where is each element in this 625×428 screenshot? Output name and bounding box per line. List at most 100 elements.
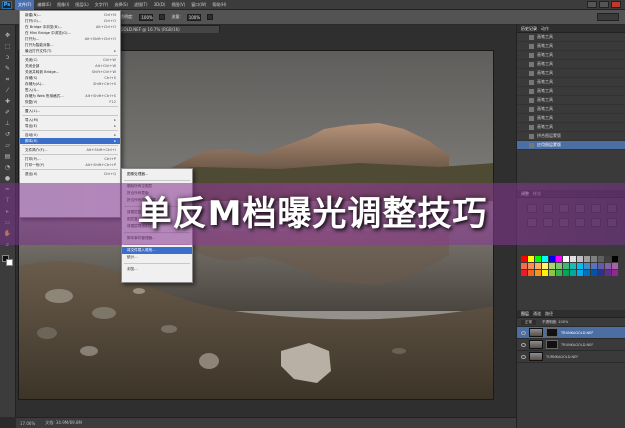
- color-swatch[interactable]: [591, 256, 597, 262]
- color-swatch[interactable]: [563, 270, 569, 276]
- lasso-tool-icon[interactable]: ↄ: [3, 53, 13, 62]
- file-menu-item[interactable]: 打印一份(Y) Alt+Shift+Ctrl+P: [20, 162, 120, 168]
- history-state[interactable]: 画笔工具: [517, 87, 625, 96]
- color-swatch[interactable]: [556, 263, 562, 269]
- color-swatch[interactable]: [563, 263, 569, 269]
- menu-9[interactable]: 窗口(W): [188, 0, 209, 10]
- color-swatch[interactable]: [535, 263, 541, 269]
- menu-10[interactable]: 帮助(H): [209, 0, 229, 10]
- color-swatch[interactable]: [542, 263, 548, 269]
- layer-row[interactable]: TRUNKAGOLD.NEF: [517, 327, 625, 339]
- blend-mode-select[interactable]: 正常: [521, 319, 536, 325]
- color-swatch[interactable]: [556, 256, 562, 262]
- panel-tab[interactable]: 通道: [533, 311, 541, 317]
- menu-5[interactable]: 选择(S): [111, 0, 131, 10]
- layer-mask-thumbnail[interactable]: [546, 340, 558, 349]
- history-state[interactable]: 画笔工具: [517, 114, 625, 123]
- color-swatch[interactable]: [605, 256, 611, 262]
- close-icon[interactable]: [611, 1, 621, 8]
- script-menu-item[interactable]: 浏览...: [122, 266, 192, 273]
- color-swatch[interactable]: [612, 256, 618, 262]
- history-brush-tool-icon[interactable]: ↺: [3, 130, 13, 139]
- color-swatch[interactable]: [535, 270, 541, 276]
- color-swatch[interactable]: [591, 263, 597, 269]
- color-swatch[interactable]: [549, 263, 555, 269]
- color-swatch[interactable]: [542, 270, 548, 276]
- color-swatch[interactable]: [577, 256, 583, 262]
- script-menu-item[interactable]: 将文件载入堆栈...: [122, 247, 192, 254]
- history-state[interactable]: 画笔工具: [517, 60, 625, 69]
- marquee-tool-icon[interactable]: ⬚: [3, 42, 13, 51]
- color-swatch[interactable]: [584, 270, 590, 276]
- visibility-eye-icon[interactable]: [521, 342, 526, 347]
- eraser-tool-icon[interactable]: ▱: [3, 141, 13, 150]
- airbrush-toggle[interactable]: [206, 14, 213, 20]
- color-swatch[interactable]: [605, 263, 611, 269]
- menu-3[interactable]: 图层(L): [72, 0, 91, 10]
- script-menu-item[interactable]: 图像处理器...: [122, 171, 192, 178]
- color-swatch[interactable]: [570, 263, 576, 269]
- file-menu-item[interactable]: 置入(L)...: [20, 108, 120, 114]
- zoom-level[interactable]: 17.06%: [20, 421, 35, 426]
- color-swatch[interactable]: [570, 256, 576, 262]
- color-swatch[interactable]: [549, 270, 555, 276]
- healing-tool-icon[interactable]: ✚: [3, 97, 13, 106]
- dodge-tool-icon[interactable]: ●: [3, 174, 13, 183]
- color-swatch[interactable]: [584, 263, 590, 269]
- brush-tool-icon[interactable]: ✐: [3, 108, 13, 117]
- move-tool-icon[interactable]: ✥: [3, 31, 13, 40]
- flow-field[interactable]: 100%: [186, 13, 201, 21]
- menu-4[interactable]: 文字(Y): [92, 0, 112, 10]
- panel-tab[interactable]: 动作: [541, 26, 549, 32]
- color-swatch[interactable]: [584, 256, 590, 262]
- menu-2[interactable]: 图像(I): [54, 0, 72, 10]
- file-menu-item[interactable]: 脚本(R) ▸: [20, 138, 120, 144]
- color-swatch[interactable]: [598, 263, 604, 269]
- color-swatch[interactable]: [598, 256, 604, 262]
- color-swatch[interactable]: [563, 256, 569, 262]
- history-state[interactable]: 画笔工具: [517, 69, 625, 78]
- color-swatch[interactable]: [605, 270, 611, 276]
- color-swatch[interactable]: [612, 263, 618, 269]
- color-swatch[interactable]: [598, 270, 604, 276]
- history-state[interactable]: 画笔工具: [517, 51, 625, 60]
- history-state[interactable]: 应用图层蒙版: [517, 141, 625, 150]
- opacity-field[interactable]: 100%: [139, 13, 154, 21]
- maximize-icon[interactable]: [599, 1, 609, 8]
- layer-mask-thumbnail[interactable]: [546, 328, 558, 337]
- workspace-switcher[interactable]: [597, 13, 619, 21]
- file-menu-item[interactable]: 最近打开文件(T) ▸: [20, 48, 120, 54]
- history-state[interactable]: 画笔工具: [517, 123, 625, 132]
- file-menu-item[interactable]: 退出(X) Ctrl+Q: [20, 171, 120, 177]
- color-swatch[interactable]: [612, 270, 618, 276]
- color-swatch[interactable]: [521, 270, 527, 276]
- color-swatch[interactable]: [521, 256, 527, 262]
- crop-tool-icon[interactable]: ⌗: [3, 75, 13, 84]
- visibility-eye-icon[interactable]: [521, 330, 526, 335]
- color-swatch[interactable]: [521, 263, 527, 269]
- color-swatch[interactable]: [591, 270, 597, 276]
- menu-1[interactable]: 编辑(E): [34, 0, 54, 10]
- layer-row[interactable]: TRUNKAGOLD.NEF: [517, 339, 625, 351]
- script-menu-item[interactable]: 统计...: [122, 254, 192, 261]
- menu-7[interactable]: 3D(D): [151, 0, 169, 10]
- color-swatch[interactable]: [535, 256, 541, 262]
- stamp-tool-icon[interactable]: ⊥: [3, 119, 13, 128]
- history-state[interactable]: 拼合图层蒙版: [517, 132, 625, 141]
- history-state[interactable]: 画笔工具: [517, 78, 625, 87]
- history-state[interactable]: 画笔工具: [517, 105, 625, 114]
- history-state[interactable]: 画笔工具: [517, 33, 625, 42]
- eyedropper-tool-icon[interactable]: ⁄: [3, 86, 13, 95]
- color-swatch[interactable]: [549, 256, 555, 262]
- color-swatch[interactable]: [577, 270, 583, 276]
- gradient-tool-icon[interactable]: ▤: [3, 152, 13, 161]
- menu-6[interactable]: 滤镜(T): [131, 0, 151, 10]
- history-state[interactable]: 画笔工具: [517, 42, 625, 51]
- minimize-icon[interactable]: [587, 1, 597, 8]
- color-swatch[interactable]: [542, 256, 548, 262]
- color-swatch[interactable]: [528, 270, 534, 276]
- quick-select-tool-icon[interactable]: ✎: [3, 64, 13, 73]
- file-menu-item[interactable]: 导出(E) ▸: [20, 123, 120, 129]
- layer-row[interactable]: TURNKAGOLD.NEF: [517, 351, 625, 363]
- panel-tab[interactable]: 图层: [521, 311, 529, 317]
